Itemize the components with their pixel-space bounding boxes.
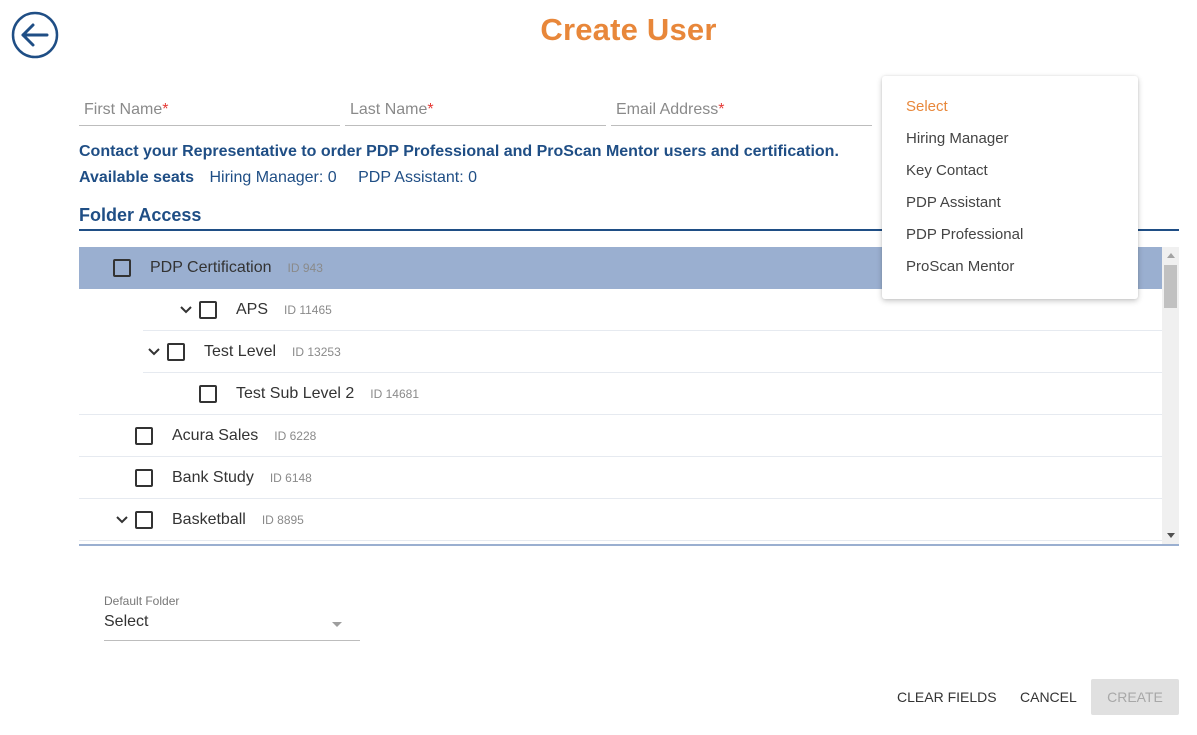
scroll-up-button[interactable] — [1162, 247, 1179, 264]
role-option-select[interactable]: Select — [882, 96, 1138, 128]
default-folder-value: Select — [104, 613, 149, 630]
first-name-field[interactable]: First Name* — [79, 96, 340, 126]
folder-id: ID 11465 — [284, 303, 332, 317]
folder-checkbox[interactable] — [199, 301, 217, 319]
role-option-proscan-mentor[interactable]: ProScan Mentor — [882, 256, 1138, 288]
folder-checkbox[interactable] — [135, 426, 153, 445]
folder-checkbox[interactable] — [199, 384, 217, 403]
role-option-pdp-assistant[interactable]: PDP Assistant — [882, 192, 1138, 224]
last-name-field[interactable]: Last Name* — [345, 96, 606, 126]
role-option-key-contact[interactable]: Key Contact — [882, 160, 1138, 192]
folder-row[interactable]: Bank Study ID 6148 — [79, 457, 1162, 499]
available-seats: Available seats Hiring Manager: 0 PDP As… — [79, 169, 494, 187]
folder-id: ID 6148 — [269, 470, 312, 485]
folder-checkbox[interactable] — [135, 468, 153, 487]
folder-row[interactable]: Test Level ID 13253 — [143, 331, 1162, 373]
create-button[interactable]: CREATE — [1091, 679, 1179, 715]
first-name-input[interactable] — [79, 96, 340, 124]
role-option-pdp-professional[interactable]: PDP Professional — [882, 224, 1138, 256]
folder-checkbox[interactable] — [135, 510, 153, 529]
scroll-down-arrow-icon — [1166, 533, 1175, 538]
default-folder-select[interactable]: Default Folder Select — [104, 594, 360, 641]
folder-name: APS — [236, 301, 269, 318]
folder-name: Test Level — [204, 343, 277, 360]
folder-name: Test Sub Level 2 — [236, 384, 355, 402]
folder-checkbox[interactable] — [113, 258, 131, 277]
available-seats-label: Available seats — [79, 169, 195, 186]
dropdown-arrow-icon — [332, 622, 342, 627]
role-option-hiring-manager[interactable]: Hiring Manager — [882, 128, 1138, 160]
expand-chevron-icon[interactable] — [113, 511, 131, 529]
folder-id: ID 8895 — [261, 512, 304, 527]
expand-chevron-icon[interactable] — [145, 343, 163, 361]
cancel-button[interactable]: CANCEL — [1012, 679, 1085, 715]
seat-count-pdp-assistant: PDP Assistant: 0 — [358, 169, 477, 186]
last-name-input[interactable] — [345, 96, 606, 124]
scroll-down-button[interactable] — [1162, 527, 1179, 544]
folder-name: Bank Study — [172, 468, 254, 486]
scroll-up-arrow-icon — [1166, 253, 1175, 258]
default-folder-label: Default Folder — [104, 594, 180, 608]
expand-chevron-icon[interactable] — [177, 301, 195, 319]
folder-id: ID 6228 — [274, 428, 317, 443]
folder-checkbox[interactable] — [167, 343, 185, 361]
clear-fields-button[interactable]: CLEAR FIELDS — [889, 679, 1005, 715]
folder-name: PDP Certification — [150, 258, 272, 276]
folder-row[interactable]: Basketball ID 8895 — [79, 499, 1162, 541]
folder-id: ID 13253 — [292, 345, 341, 359]
folder-tree-scrollbar[interactable] — [1162, 247, 1179, 544]
folder-tree-bottom-divider — [79, 544, 1179, 546]
role-dropdown-menu: Select Hiring Manager Key Contact PDP As… — [882, 76, 1138, 299]
scrollbar-thumb[interactable] — [1164, 265, 1177, 308]
page-title: Create User — [540, 12, 717, 47]
seat-count-hiring-manager: Hiring Manager: 0 — [209, 169, 337, 186]
folder-row[interactable]: Test Sub Level 2 ID 14681 — [79, 373, 1162, 415]
email-field[interactable]: Email Address* — [611, 96, 872, 126]
email-input[interactable] — [611, 96, 872, 124]
folder-name: Basketball — [172, 510, 246, 528]
representative-notice: Contact your Representative to order PDP… — [79, 143, 839, 160]
folder-access-title: Folder Access — [79, 205, 202, 225]
folder-row[interactable]: Acura Sales ID 6228 — [79, 415, 1162, 457]
folder-id: ID 943 — [287, 260, 323, 275]
folder-id: ID 14681 — [370, 386, 419, 401]
folder-name: Acura Sales — [172, 426, 259, 444]
